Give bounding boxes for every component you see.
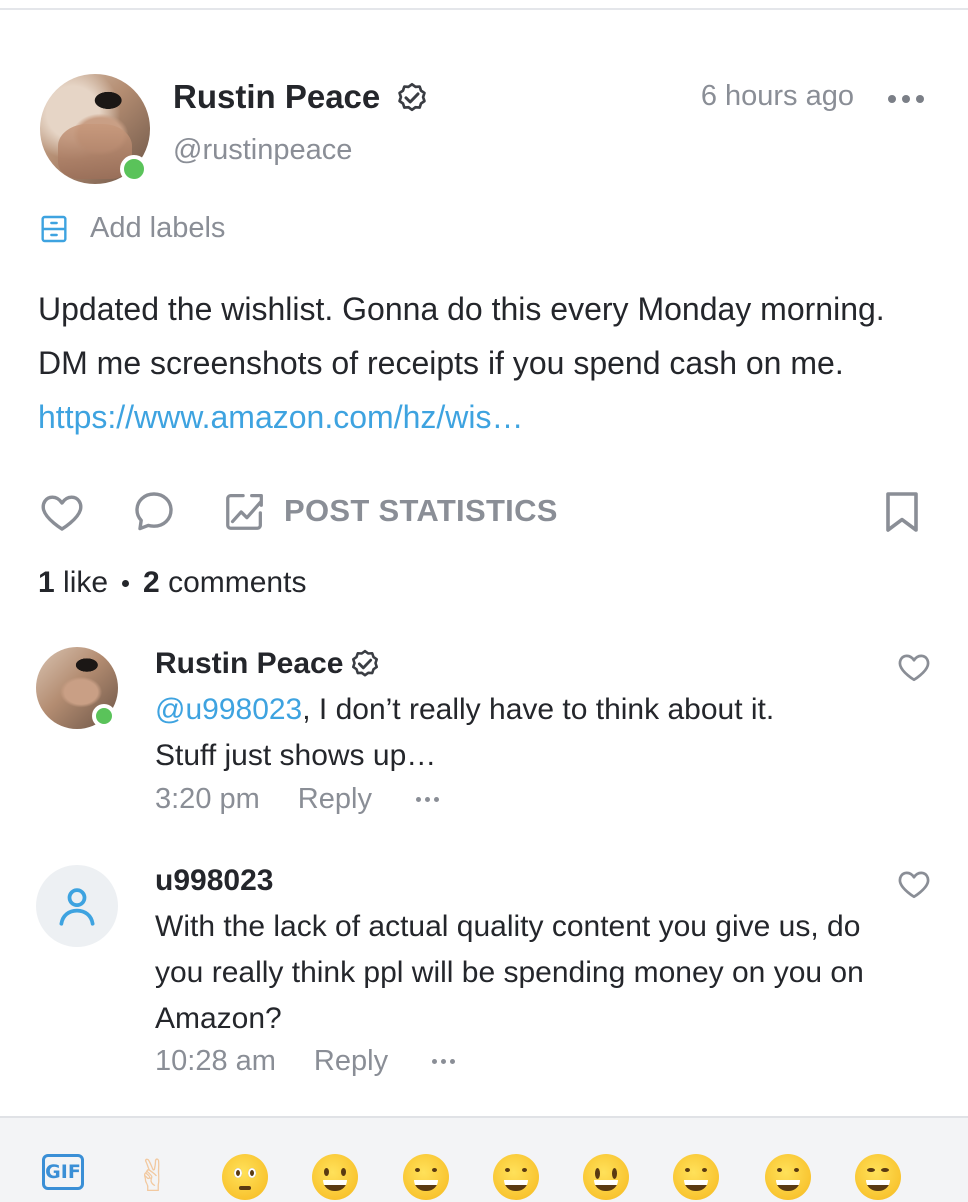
reply-button[interactable]: Reply xyxy=(314,1045,388,1078)
statistics-chart-icon xyxy=(226,494,263,530)
post-text: Updated the wishlist. Gonna do this ever… xyxy=(38,291,885,381)
likes-count: 1 xyxy=(38,566,55,599)
engagement-counts: 1 like 2 comments xyxy=(38,566,306,600)
squinting-face-emoji-icon[interactable] xyxy=(855,1154,901,1200)
comment-text-line-1: , I don’t really have to think about it. xyxy=(302,693,775,726)
user-placeholder-icon xyxy=(59,888,95,926)
grinning-smiling-eyes-face-emoji-icon[interactable] xyxy=(673,1154,719,1200)
comment-text: With the lack of actual quality content … xyxy=(155,910,864,1035)
comment-text: @u998023, I don’t really have to think a… xyxy=(155,687,895,779)
like-heart-icon[interactable] xyxy=(38,488,86,536)
tears-of-joy-face-emoji-icon[interactable] xyxy=(493,1154,539,1200)
reply-button[interactable]: Reply xyxy=(298,783,372,816)
post-more-options-icon[interactable] xyxy=(888,87,930,111)
sweat-smile-face-emoji-icon[interactable] xyxy=(765,1154,811,1200)
comment-bubble-icon[interactable] xyxy=(130,487,178,535)
separator-dot xyxy=(122,579,130,587)
post-timestamp: 6 hours ago xyxy=(700,80,854,112)
comments-count: 2 xyxy=(143,566,160,599)
beaming-face-emoji-icon[interactable] xyxy=(403,1154,449,1200)
emoji-quick-bar: GIF ✌ xyxy=(0,1116,968,1202)
grinning-big-eyes-face-emoji-icon[interactable] xyxy=(583,1154,629,1200)
comment-more-icon[interactable] xyxy=(415,797,439,802)
comment-time: 10:28 am xyxy=(155,1045,276,1077)
add-labels-text: Add labels xyxy=(90,212,226,244)
commenter-avatar[interactable] xyxy=(36,865,118,947)
verified-badge-icon xyxy=(398,82,426,112)
post-body: Updated the wishlist. Gonna do this ever… xyxy=(38,282,918,444)
commenter-name[interactable]: Rustin Peace xyxy=(155,647,343,681)
post-statistics-button[interactable]: POST STATISTICS xyxy=(222,488,558,534)
online-indicator xyxy=(120,155,148,183)
drawer-icon xyxy=(41,215,67,242)
comment-like-heart-icon[interactable] xyxy=(896,866,932,902)
post-statistics-label: POST STATISTICS xyxy=(284,493,558,528)
grinning-face-emoji-icon[interactable] xyxy=(312,1154,358,1200)
comments-word: comments xyxy=(168,566,307,599)
comment-text-line-2: Stuff just shows up… xyxy=(155,739,437,772)
victory-hand-emoji-icon[interactable]: ✌ xyxy=(130,1154,176,1200)
comment-more-icon[interactable] xyxy=(432,1059,456,1064)
mention-link[interactable]: @u998023 xyxy=(155,693,302,726)
online-indicator xyxy=(92,704,116,728)
verified-badge-icon xyxy=(351,649,379,677)
author-handle[interactable]: @rustinpeace xyxy=(173,134,352,167)
commenter-name[interactable]: u998023 xyxy=(155,864,273,898)
author-name[interactable]: Rustin Peace xyxy=(173,78,380,116)
comment-meta: 10:28 am Reply xyxy=(155,1045,456,1078)
comment-time: 3:20 pm xyxy=(155,783,260,815)
likes-word: like xyxy=(63,566,109,599)
comment-like-heart-icon[interactable] xyxy=(896,649,932,685)
gif-button[interactable]: GIF xyxy=(42,1154,84,1190)
pleading-face-emoji-icon[interactable] xyxy=(222,1154,268,1200)
comment-meta: 3:20 pm Reply xyxy=(155,783,439,816)
bookmark-icon[interactable] xyxy=(880,488,924,536)
add-labels-button[interactable]: Add labels xyxy=(38,212,225,245)
post-link[interactable]: https://www.amazon.com/hz/wis… xyxy=(38,399,523,435)
top-divider xyxy=(0,8,968,10)
